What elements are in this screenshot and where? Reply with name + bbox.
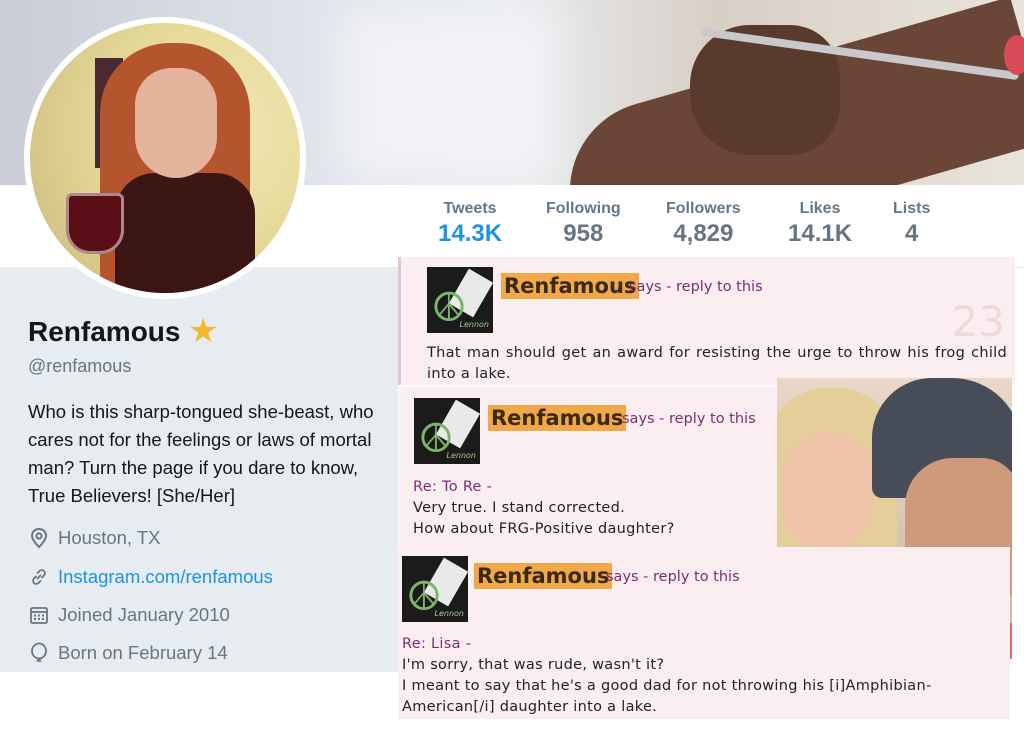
stat-value: 14.3K	[438, 220, 503, 247]
stat-label: Lists	[893, 200, 931, 217]
born-text: Born on February 14	[58, 642, 228, 663]
comment-author[interactable]: Renfamous	[501, 273, 640, 299]
peace-icon: ☮	[418, 416, 454, 462]
comment-line: Very true. I stand corrected.	[413, 500, 626, 516]
thumb-text: Lennon	[446, 451, 476, 460]
reply-link[interactable]: reply to this	[669, 411, 756, 427]
profile-handle: @renfamous	[28, 356, 132, 376]
star-icon: ★	[188, 312, 219, 350]
reply-link[interactable]: reply to this	[653, 569, 740, 585]
comment-avatar[interactable]: ☮ Lennon	[402, 556, 468, 622]
peace-icon: ☮	[431, 285, 467, 331]
comment-body: Re: Lisa - I'm sorry, that was rude, was…	[402, 634, 998, 718]
balloon-icon	[28, 642, 50, 664]
thumb-text: Lennon	[434, 609, 464, 618]
stat-label: Tweets	[443, 200, 497, 217]
comment-says: says - reply to this	[606, 569, 740, 585]
stat-value: 14.1K	[788, 220, 853, 247]
peace-icon: ☮	[406, 574, 442, 620]
stat-followers[interactable]: Followers 4,829	[666, 200, 741, 248]
stat-label: Following	[546, 200, 621, 217]
profile-bio: Who is this sharp-tongued she-beast, who…	[28, 401, 374, 506]
comment-line: I'm sorry, that was rude, wasn't it?	[402, 657, 665, 673]
comment-line: I meant to say that he's a good dad for …	[402, 678, 932, 715]
comment-avatar[interactable]: ☮ Lennon	[427, 267, 493, 333]
comment-avatar[interactable]: ☮ Lennon	[414, 398, 480, 464]
stat-following[interactable]: Following 958	[546, 200, 621, 248]
comment-author[interactable]: Renfamous	[474, 563, 613, 589]
avatar[interactable]	[24, 17, 306, 299]
stat-value: 4,829	[673, 220, 734, 247]
profile-website[interactable]: Instagram.com/renfamous	[28, 566, 273, 588]
profile-name[interactable]: Renfamous	[28, 316, 180, 348]
comment-says: says - reply to this	[629, 279, 763, 295]
comment-says: says - reply to this	[622, 411, 756, 427]
profile-birthday: Born on February 14	[28, 642, 228, 664]
profile-joined: Joined January 2010	[28, 604, 230, 626]
website-link[interactable]: Instagram.com/renfamous	[58, 566, 273, 588]
comment-body: Re: To Re - Very true. I stand corrected…	[413, 477, 773, 540]
stat-value: 958	[563, 220, 604, 247]
stat-likes[interactable]: Likes 14.1K	[788, 200, 852, 248]
calendar-icon	[28, 604, 50, 626]
location-text: Houston, TX	[58, 527, 161, 548]
location-pin-icon	[28, 527, 50, 549]
stat-lists[interactable]: Lists 4	[893, 200, 930, 248]
stat-tweets[interactable]: Tweets 14.3K	[438, 200, 502, 248]
reply-reference: Re: To Re -	[413, 479, 493, 495]
comment-card: ☮ Lennon Renfamous says - reply to this …	[398, 257, 1015, 385]
comment-author[interactable]: Renfamous	[488, 405, 627, 431]
says-text: says -	[606, 569, 649, 585]
comment-line: How about FRG-Positive daughter?	[413, 521, 675, 537]
profile-location: Houston, TX	[28, 527, 161, 549]
comment-number: 23	[951, 297, 1005, 346]
stat-value: 4	[904, 220, 919, 247]
joined-text: Joined January 2010	[58, 604, 230, 625]
thumb-text: Lennon	[459, 320, 489, 329]
comment-card: ☮ Lennon Renfamous says - reply to this …	[398, 547, 1010, 719]
link-icon	[28, 566, 50, 588]
stat-label: Followers	[666, 200, 741, 217]
says-text: says -	[622, 411, 665, 427]
says-text: says -	[629, 279, 672, 295]
comment-card: ☮ Lennon Renfamous says - reply to this …	[399, 387, 779, 547]
reply-reference: Re: Lisa -	[402, 636, 472, 652]
stat-label: Likes	[799, 200, 841, 217]
reply-link[interactable]: reply to this	[676, 279, 763, 295]
